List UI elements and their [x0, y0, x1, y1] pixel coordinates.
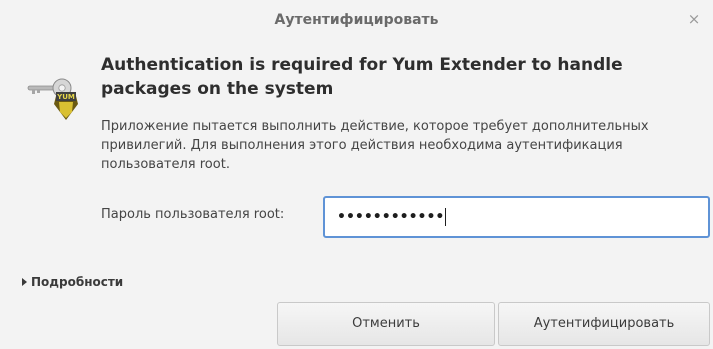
close-icon[interactable]: × [685, 10, 703, 28]
icon-badge-text: YUM [56, 93, 75, 101]
password-label: Пароль пользователя root: [101, 207, 285, 222]
keys-authentication-icon: YUM [26, 68, 90, 128]
dialog-heading: Authentication is required for Yum Exten… [101, 55, 623, 99]
window-title: Аутентифицировать [274, 12, 439, 28]
password-input[interactable]: •••••••••••• [323, 196, 710, 238]
dialog-description: Приложение пытается выполнить действие, … [101, 119, 649, 172]
authentication-dialog: Аутентифицировать × YUM Authentication i… [0, 0, 713, 349]
triangle-right-icon [22, 278, 27, 286]
titlebar: Аутентифицировать × [0, 0, 713, 40]
authenticate-button[interactable]: Аутентифицировать [498, 302, 710, 346]
cancel-button[interactable]: Отменить [277, 302, 495, 346]
details-expander[interactable]: Подробности [22, 275, 123, 289]
password-masked-value: •••••••••••• [337, 209, 445, 225]
details-label: Подробности [31, 275, 124, 289]
text-caret [445, 208, 447, 226]
